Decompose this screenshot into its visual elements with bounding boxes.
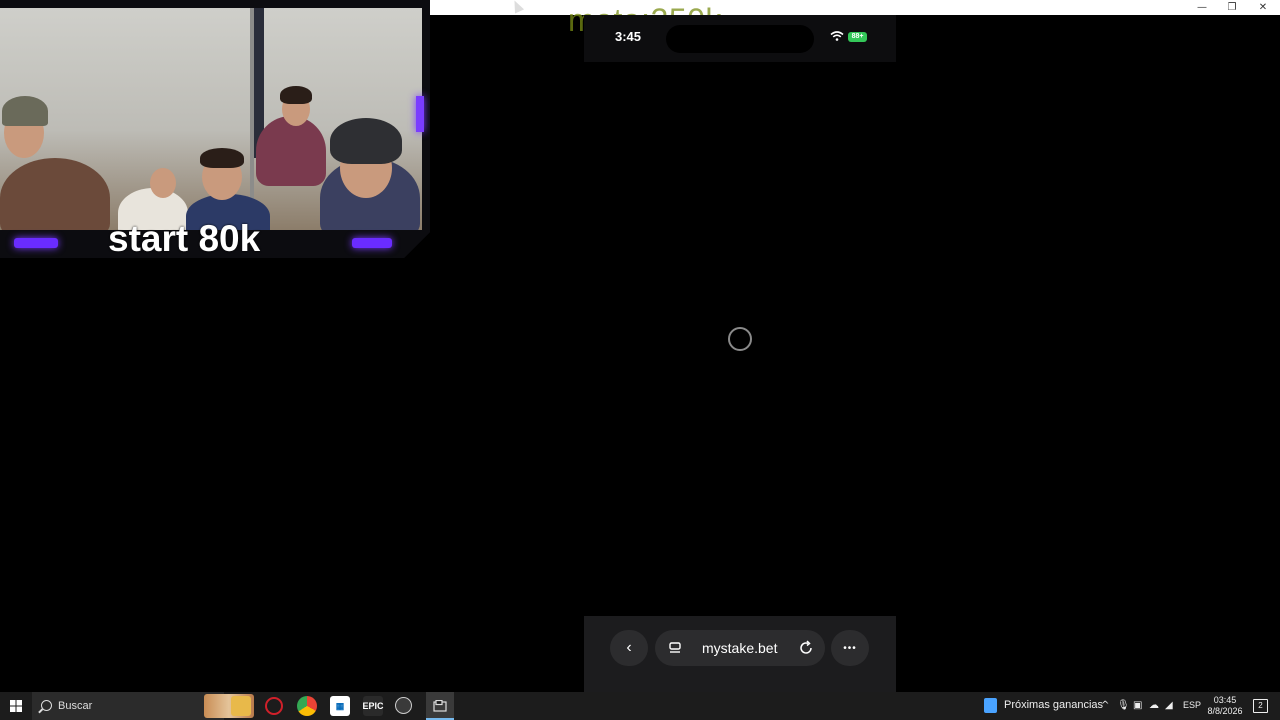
window-app-icon	[433, 700, 447, 712]
store-icon[interactable]: ▦	[330, 696, 350, 716]
person-2-head	[150, 168, 176, 198]
search-icon	[41, 700, 52, 711]
taskbar-search[interactable]: Buscar	[32, 692, 254, 720]
windows-logo-icon	[10, 700, 22, 712]
url-text: mystake.bet	[702, 640, 778, 656]
phone-mirror-app-icon[interactable]	[430, 696, 450, 716]
language-indicator[interactable]: ESP	[1183, 700, 1201, 710]
frame-glow-side	[416, 96, 424, 132]
close-button[interactable]: ✕	[1248, 0, 1278, 15]
taskbar: Buscar ▦ EPIC Próximas ganancias ^ 🎙 ▣ ☁…	[0, 692, 1280, 720]
clock-date: 8/8/2026	[1207, 706, 1243, 716]
webcam-caption: start 80k	[108, 218, 261, 259]
minimize-button[interactable]: —	[1187, 0, 1217, 15]
wifi-icon	[830, 31, 844, 41]
tray-chevron-icon[interactable]: ^	[1101, 700, 1109, 711]
obs-icon[interactable]	[395, 697, 412, 714]
frame-glow-left	[14, 238, 58, 248]
loading-spinner-icon	[728, 327, 752, 351]
device-icon[interactable]: ▣	[1133, 700, 1142, 711]
more-options-button[interactable]: •••	[831, 630, 869, 666]
webcam-video	[0, 8, 422, 230]
network-icon[interactable]: ◢	[1165, 700, 1173, 711]
page-settings-icon[interactable]	[669, 640, 681, 656]
taskbar-clock[interactable]: 03:45 8/8/2026	[1205, 695, 1245, 717]
clock-time: 03:45	[1213, 695, 1237, 705]
restore-button[interactable]: ❐	[1217, 0, 1247, 15]
phone-status-bar: 3:45 88+	[584, 15, 896, 62]
person-left-body	[0, 158, 110, 230]
person-3-hair	[200, 148, 244, 168]
person-4-body	[256, 116, 326, 186]
address-bar[interactable]: mystake.bet	[655, 630, 825, 666]
cap-icon	[2, 96, 48, 126]
reload-icon[interactable]	[798, 640, 814, 656]
app-red-icon[interactable]	[265, 697, 283, 715]
webcam-overlay: start 80k	[0, 0, 430, 258]
news-widget-icon[interactable]	[984, 698, 997, 713]
news-widget-label[interactable]: Próximas ganancias	[1004, 699, 1103, 711]
person-4-hair	[280, 86, 312, 104]
back-button[interactable]: ‹	[610, 630, 648, 666]
file-explorer-icon[interactable]	[231, 696, 251, 716]
start-button[interactable]	[0, 692, 32, 720]
microphone-icon[interactable]: 🎙	[1117, 700, 1130, 711]
search-placeholder: Buscar	[58, 700, 93, 712]
browser-toolbar: ‹ mystake.bet •••	[584, 616, 896, 692]
epic-games-icon[interactable]: EPIC	[363, 696, 384, 716]
status-time: 3:45	[615, 29, 642, 44]
cloud-icon[interactable]: ☁	[1149, 700, 1159, 711]
person-5-hair	[330, 118, 402, 164]
chrome-icon[interactable]	[297, 696, 317, 716]
notification-center-icon[interactable]: 2	[1253, 699, 1268, 713]
dynamic-island	[666, 25, 814, 53]
battery-icon: 88+	[848, 32, 867, 42]
window-title-bar: — ❐ ✕	[430, 0, 1280, 15]
frame-glow-right	[352, 238, 392, 248]
